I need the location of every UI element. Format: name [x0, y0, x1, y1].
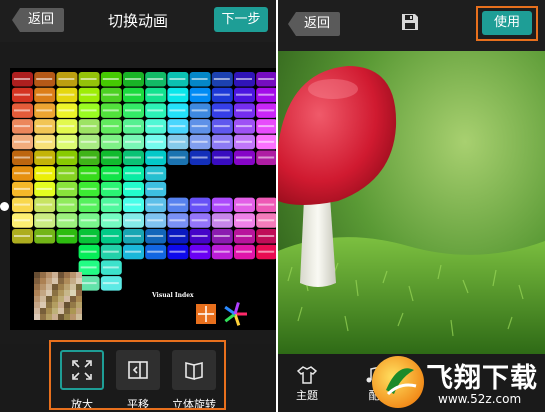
- animation-screen: 返回 切换动画 下一步 Visual Index 放大 平移 立体旋转: [0, 0, 276, 412]
- color-swatch-image: Visual Index: [12, 72, 276, 326]
- drag-handle[interactable]: [0, 202, 9, 211]
- animation-highlight-box: [49, 340, 226, 410]
- top-bar: 返回 切换动画 下一步: [0, 0, 276, 42]
- theme-tool[interactable]: 主题: [296, 366, 318, 403]
- preview-canvas: Visual Index: [10, 68, 276, 330]
- watermark-url: www.52z.com: [438, 392, 522, 406]
- mushroom-photo: [278, 51, 545, 354]
- top-bar: 返回 使用: [278, 0, 545, 51]
- tool-label: 主题: [296, 389, 318, 402]
- preview-screen: 返回 使用 主题 配 飞翔下载 www.52z.com: [278, 0, 545, 412]
- use-highlight-box: [476, 6, 538, 41]
- back-button[interactable]: 返回: [288, 12, 341, 36]
- shirt-icon: [296, 366, 318, 384]
- save-icon[interactable]: [400, 12, 420, 32]
- svg-text:Visual Index: Visual Index: [151, 292, 194, 299]
- next-step-button[interactable]: 下一步: [214, 7, 268, 32]
- watermark-brand: 飞翔下载: [426, 363, 538, 394]
